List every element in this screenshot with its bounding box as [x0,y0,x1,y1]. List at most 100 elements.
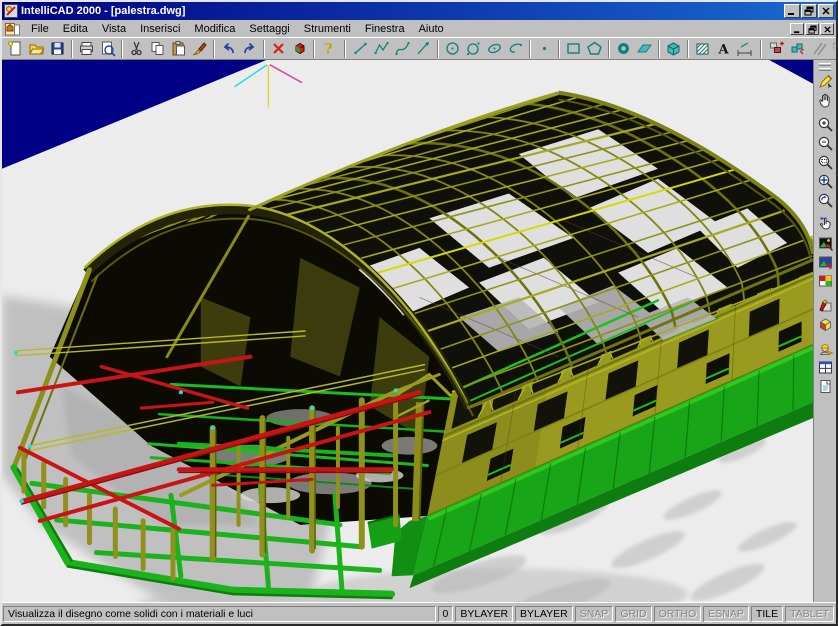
plane-icon[interactable] [634,39,655,59]
menu-finestra[interactable]: Finestra [358,22,412,36]
title-bar: IntelliCAD 2000 - [palestra.dwg] [2,2,836,20]
spline-icon[interactable] [392,39,413,59]
child-restore-button[interactable] [805,23,819,35]
render-pref-icon[interactable] [815,339,835,358]
menu-inserisci[interactable]: Inserisci [133,22,187,36]
status-toggle-grid[interactable]: GRID [615,606,651,622]
text-icon[interactable]: A [713,39,734,59]
status-toggle-esnap[interactable]: ESNAP [703,606,749,622]
toolbar-separator [313,40,315,58]
minimize-button[interactable] [784,4,800,18]
intellicad-app-icon[interactable] [4,4,18,18]
print-preview-icon[interactable] [97,39,118,59]
svg-text:?: ? [324,42,332,58]
menu-modifica[interactable]: Modifica [187,22,242,36]
toolbar-separator [760,40,762,58]
menu-settaggi[interactable]: Settaggi [242,22,296,36]
views-cube-icon[interactable] [815,315,835,334]
dimension-icon[interactable] [734,39,755,59]
paste-icon[interactable] [168,39,189,59]
viewports-icon[interactable] [815,358,835,377]
main-toolbar: ?A [2,37,836,60]
box3d-icon[interactable] [663,39,684,59]
status-toggle-snap[interactable]: SNAP [575,606,614,622]
zoom-in-icon[interactable] [815,115,835,134]
status-toggle-tile[interactable]: TILE [751,606,783,622]
copy-object-icon[interactable] [766,39,787,59]
menu-items: FileEditaVistaInserisciModificaSettaggiS… [24,22,451,36]
menu-vista[interactable]: Vista [95,22,133,36]
status-toggle-bylayer[interactable]: BYLAYER [515,606,573,622]
status-toggle-0[interactable]: 0 [438,606,454,622]
undo-icon[interactable] [218,39,239,59]
redo-icon[interactable] [239,39,260,59]
explode-icon[interactable] [787,39,808,59]
shade-2d-icon[interactable] [815,234,835,253]
workspace [2,60,836,602]
status-bar: Visualizza il disegno come solidi con i … [2,602,836,624]
rendered-model [2,60,813,602]
toolbar-separator [263,40,265,58]
child-close-button[interactable] [820,23,834,35]
menu-strumenti[interactable]: Strumenti [297,22,358,36]
shade-3d-icon[interactable] [815,253,835,272]
paper-space-icon[interactable] [815,377,835,396]
status-toggle-tablet[interactable]: TABLET [785,606,834,622]
freehand-icon[interactable] [413,39,434,59]
polyline-icon[interactable] [371,39,392,59]
help-icon[interactable]: ? [318,39,339,59]
edit-pencil-icon[interactable] [815,72,835,91]
toolbar-separator [529,40,531,58]
print-icon[interactable] [76,39,97,59]
polygon-icon[interactable] [584,39,605,59]
delete-icon[interactable] [268,39,289,59]
child-minimize-button[interactable] [790,23,804,35]
zoom-out-icon[interactable] [815,134,835,153]
menu-edita[interactable]: Edita [56,22,95,36]
array-icon[interactable] [829,39,836,59]
toolbar-grip[interactable] [819,63,831,66]
application-window: IntelliCAD 2000 - [palestra.dwg] FileEdi… [0,0,838,626]
toolbar-separator [71,40,73,58]
toolbar-separator [213,40,215,58]
circle-center-icon[interactable] [442,39,463,59]
svg-text:A: A [717,43,729,58]
drawing-canvas[interactable] [2,60,814,602]
edit-red-icon[interactable] [815,296,835,315]
menu-file[interactable]: File [24,22,56,36]
ellipse-icon[interactable] [484,39,505,59]
menu-bar: FileEditaVistaInserisciModificaSettaggiS… [2,20,836,37]
hatch-icon[interactable] [692,39,713,59]
circle-tangent-icon[interactable] [463,39,484,59]
render-colors-icon[interactable] [289,39,310,59]
donut-icon[interactable] [613,39,634,59]
toolbar-separator [558,40,560,58]
offset-icon[interactable] [808,39,829,59]
format-brush-icon[interactable] [189,39,210,59]
toolbar-separator [344,40,346,58]
copy-icon[interactable] [147,39,168,59]
close-button[interactable] [818,4,834,18]
shade-render-icon[interactable] [815,272,835,291]
select-hand-icon[interactable] [815,215,835,234]
save-icon[interactable] [47,39,68,59]
restore-button[interactable] [801,4,817,18]
open-icon[interactable] [26,39,47,59]
cut-icon[interactable] [126,39,147,59]
view-toolbar [814,60,836,602]
point-icon[interactable] [534,39,555,59]
menu-aiuto[interactable]: Aiuto [412,22,451,36]
zoom-previous-icon[interactable] [815,191,835,210]
status-toggle-bylayer[interactable]: BYLAYER [455,606,513,622]
zoom-extents-icon[interactable] [815,172,835,191]
toolbar-separator [658,40,660,58]
rectangle-icon[interactable] [563,39,584,59]
drawing-document-icon[interactable] [5,22,20,36]
pan-hand-icon[interactable] [815,91,835,110]
line-icon[interactable] [350,39,371,59]
status-toggle-ortho[interactable]: ORTHO [654,606,702,622]
new-icon[interactable] [5,39,26,59]
toolbar-grip[interactable] [819,68,831,71]
zoom-window-icon[interactable] [815,153,835,172]
ellipse-arc-icon[interactable] [505,39,526,59]
